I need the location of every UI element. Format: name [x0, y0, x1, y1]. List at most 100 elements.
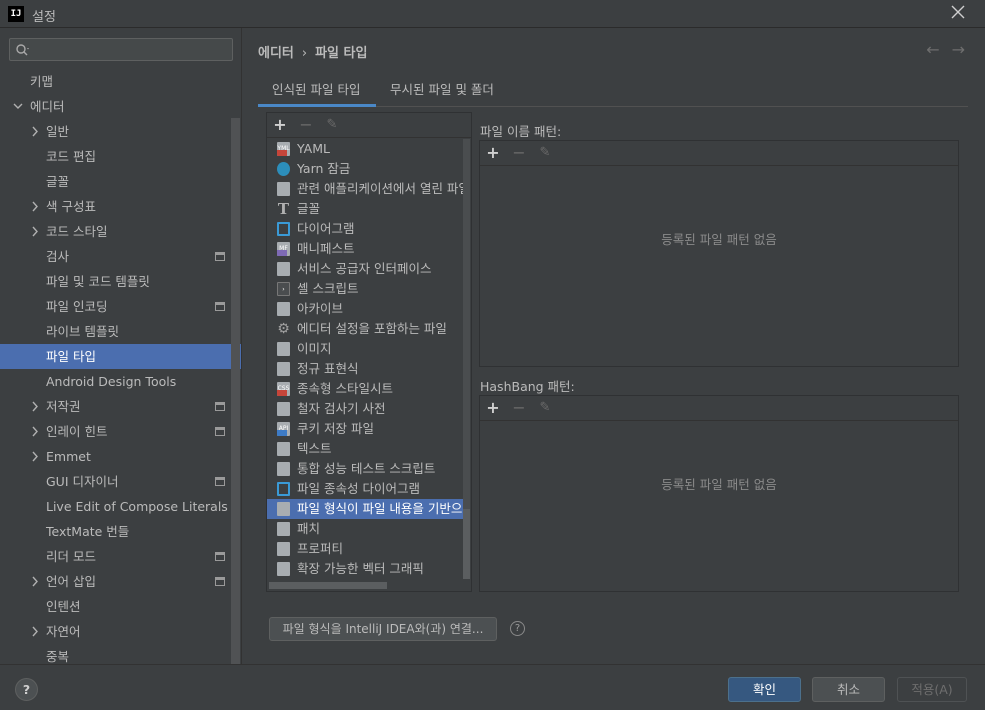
sidebar-item[interactable]: 파일 인코딩 — [0, 294, 231, 319]
sidebar-item[interactable]: 자연어 — [0, 619, 231, 644]
file-type-item[interactable]: YML YAML — [267, 139, 463, 159]
sidebar-item-label: Emmet — [46, 449, 91, 464]
sidebar-item-label: 코드 편집 — [46, 149, 96, 164]
forward-arrow-icon[interactable]: → — [952, 40, 965, 59]
sidebar-item[interactable]: 언어 삽입 — [0, 569, 231, 594]
file-type-item[interactable]: 관련 애플리케이션에서 열린 파일 — [267, 179, 463, 199]
sidebar-item[interactable]: 인텐션 — [0, 594, 231, 619]
sidebar-item[interactable]: 일반 — [0, 119, 231, 144]
add-pattern-button[interactable]: + — [484, 143, 502, 163]
file-type-item[interactable]: T 글꼴 — [267, 199, 463, 219]
file-type-item[interactable]: 이미지 — [267, 339, 463, 359]
apply-button[interactable]: 적용(A) — [897, 677, 967, 702]
edit-pattern-button[interactable]: ✎ — [536, 143, 554, 163]
file-type-item[interactable]: ⚙ 에디터 설정을 포함하는 파일 — [267, 319, 463, 339]
file-type-item[interactable]: 텍스트 — [267, 439, 463, 459]
empty-hashbang-text: 등록된 파일 패턴 없음 — [661, 477, 777, 492]
file-type-item[interactable]: 아카이브 — [267, 299, 463, 319]
chevron-right-icon[interactable] — [30, 419, 42, 444]
tab-ignored-files-folders[interactable]: 무시된 파일 및 폴더 — [376, 76, 508, 107]
file-type-item[interactable]: 파일 형식이 파일 내용을 기반으로 함 — [267, 499, 463, 519]
chevron-right-icon[interactable] — [30, 194, 42, 219]
edit-file-type-button[interactable]: ✎ — [323, 115, 341, 135]
breadcrumb-separator: › — [301, 46, 308, 61]
sidebar-item[interactable]: 색 구성표 — [0, 194, 231, 219]
associate-file-types-button[interactable]: 파일 형식을 IntelliJ IDEA와(과) 연결... — [269, 617, 497, 641]
hashbang-patterns-label: HashBang 패턴: — [480, 379, 575, 394]
css-file-icon: CSS — [277, 382, 290, 396]
file-type-label: 확장 가능한 벡터 그래픽 — [297, 561, 424, 576]
file-type-item[interactable]: MF 매니페스트 — [267, 239, 463, 259]
file-type-item[interactable]: 패치 — [267, 519, 463, 539]
sidebar-item[interactable]: 리더 모드 — [0, 544, 231, 569]
file-name-patterns-label: 파일 이름 패턴: — [480, 124, 562, 139]
sidebar-item[interactable]: Android Design Tools — [0, 369, 231, 394]
remove-pattern-button[interactable]: − — [510, 143, 528, 163]
remove-file-type-button[interactable]: − — [297, 115, 315, 135]
sidebar-item[interactable]: 검사 — [0, 244, 231, 269]
help-tooltip-icon[interactable]: ? — [510, 621, 525, 636]
chevron-right-icon[interactable] — [30, 219, 42, 244]
file-type-item[interactable]: 통합 성능 테스트 스크립트 — [267, 459, 463, 479]
sidebar-item-label: 검사 — [46, 249, 70, 264]
chevron-right-icon[interactable] — [30, 444, 42, 469]
chevron-down-icon[interactable] — [13, 94, 25, 119]
gear-icon: ⚙ — [277, 322, 290, 336]
file-type-item[interactable]: 철자 검사기 사전 — [267, 399, 463, 419]
sidebar-item-label: 라이브 템플릿 — [46, 324, 119, 339]
project-scope-icon — [215, 427, 225, 436]
file-type-item[interactable]: 프로퍼티 — [267, 539, 463, 559]
file-type-item[interactable]: API 쿠키 저장 파일 — [267, 419, 463, 439]
file-type-item[interactable]: 파일 종속성 다이어그램 — [267, 479, 463, 499]
tab-recognized-file-types[interactable]: 인식된 파일 타입 — [258, 76, 376, 107]
file-types-vscroll[interactable] — [463, 139, 470, 579]
sidebar-item[interactable]: 파일 타입 — [0, 344, 241, 369]
file-type-label: 글꼴 — [297, 201, 321, 216]
file-types-panel: + − ✎ YML YAML Yarn 잠금 관련 애플리케이션에서 열린 파일 T 글꼴… — [266, 112, 472, 592]
add-file-type-button[interactable]: + — [271, 115, 289, 135]
sidebar-item[interactable]: Emmet — [0, 444, 231, 469]
sidebar-item[interactable]: GUI 디자이너 — [0, 469, 231, 494]
file-type-item[interactable]: CSS 종속형 스타일시트 — [267, 379, 463, 399]
ok-button[interactable]: 확인 — [728, 677, 801, 702]
sidebar-item[interactable]: 코드 편집 — [0, 144, 231, 169]
sidebar-item[interactable]: 키맵 — [0, 69, 231, 94]
sidebar-item[interactable]: Live Edit of Compose Literals — [0, 494, 231, 519]
scroll-thumb[interactable] — [463, 509, 470, 579]
sidebar-item[interactable]: TextMate 번들 — [0, 519, 231, 544]
file-type-label: 파일 종속성 다이어그램 — [297, 481, 420, 496]
chevron-right-icon[interactable] — [30, 394, 42, 419]
file-type-item[interactable]: 정규 표현식 — [267, 359, 463, 379]
back-arrow-icon[interactable]: ← — [926, 40, 939, 59]
sidebar-scrollbar[interactable] — [231, 118, 240, 664]
sidebar-item[interactable]: 파일 및 코드 템플릿 — [0, 269, 231, 294]
sidebar-item-label: Android Design Tools — [46, 374, 177, 389]
file-type-item[interactable]: Yarn 잠금 — [267, 159, 463, 179]
chevron-right-icon[interactable] — [30, 119, 42, 144]
sidebar-item[interactable]: 글꼴 — [0, 169, 231, 194]
file-type-item[interactable]: 서비스 공급자 인터페이스 — [267, 259, 463, 279]
add-hashbang-button[interactable]: + — [484, 398, 502, 418]
breadcrumb-parent[interactable]: 에디터 — [258, 46, 294, 61]
file-type-item[interactable]: 확장 가능한 벡터 그래픽 — [267, 559, 463, 579]
chevron-right-icon[interactable] — [30, 619, 42, 644]
cancel-button[interactable]: 취소 — [812, 677, 885, 702]
file-type-label: 종속형 스타일시트 — [297, 381, 393, 396]
chevron-right-icon[interactable] — [30, 569, 42, 594]
sidebar-item[interactable]: 저작권 — [0, 394, 231, 419]
help-button[interactable]: ? — [15, 678, 38, 701]
sidebar-item[interactable]: 라이브 템플릿 — [0, 319, 231, 344]
file-types-hscroll[interactable] — [269, 582, 387, 589]
file-type-item[interactable]: › 셸 스크립트 — [267, 279, 463, 299]
remove-hashbang-button[interactable]: − — [510, 398, 528, 418]
edit-hashbang-button[interactable]: ✎ — [536, 398, 554, 418]
file-type-item[interactable]: 다이어그램 — [267, 219, 463, 239]
close-icon[interactable] — [951, 4, 967, 22]
intellij-logo-icon: IJ — [8, 6, 24, 22]
sidebar-item[interactable]: 코드 스타일 — [0, 219, 231, 244]
search-input[interactable] — [9, 38, 233, 61]
nav-arrows: ← → — [914, 40, 965, 59]
sidebar-item-label: 파일 인코딩 — [46, 299, 108, 314]
sidebar-item[interactable]: 에디터 — [0, 94, 231, 119]
sidebar-item[interactable]: 인레이 힌트 — [0, 419, 231, 444]
